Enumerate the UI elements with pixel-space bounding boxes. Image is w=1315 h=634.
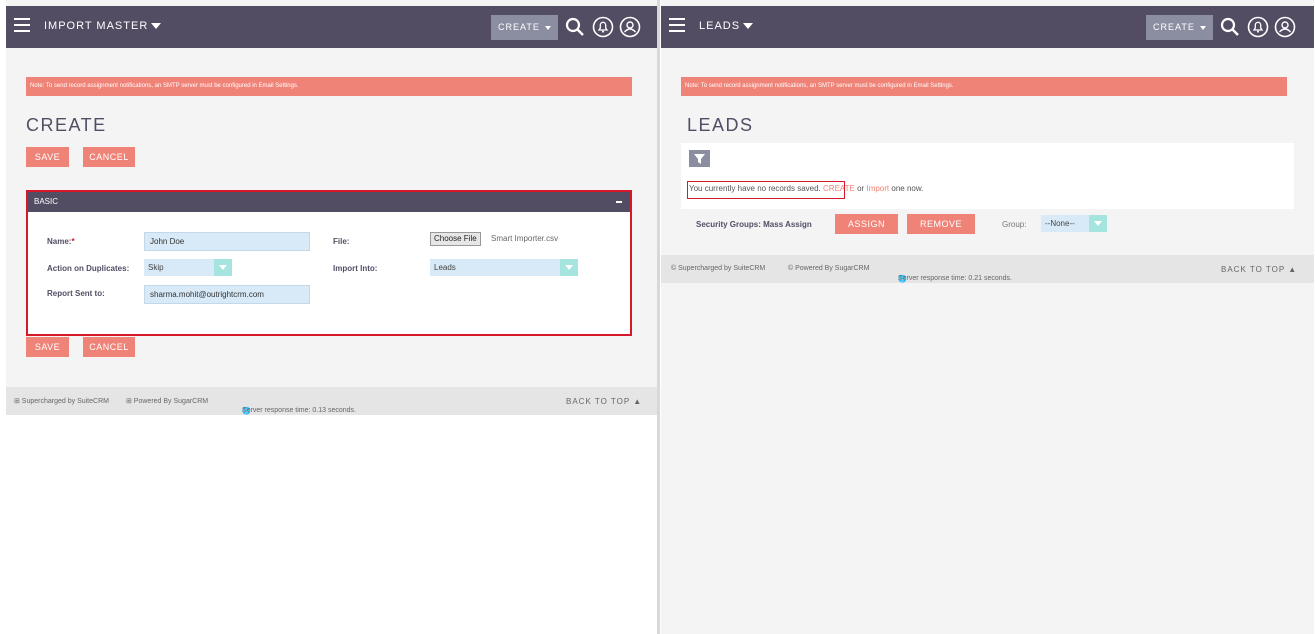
dropdown-arrow-icon <box>1199 25 1206 30</box>
supercharged-link[interactable]: © Supercharged by SuiteCRM <box>671 265 765 272</box>
group-value: --None-- <box>1045 219 1075 228</box>
powered-link[interactable]: ⊞ Powered By SugarCRM <box>126 397 208 405</box>
hamburger-menu-icon[interactable] <box>669 18 685 32</box>
select-arrow-icon[interactable] <box>1089 215 1107 232</box>
notification-bell-icon[interactable] <box>1247 16 1269 38</box>
save-button-bottom[interactable]: SAVE <box>26 337 69 357</box>
name-label: Name:* <box>47 237 75 246</box>
remove-button[interactable]: REMOVE <box>907 214 975 234</box>
group-select[interactable]: --None-- <box>1041 215 1107 232</box>
back-to-top-link[interactable]: BACK TO TOP ▲ <box>1221 265 1297 274</box>
caret-down-icon <box>743 23 754 30</box>
empty-area <box>6 415 659 634</box>
collapse-icon[interactable] <box>616 201 622 203</box>
powered-link[interactable]: © Powered By SugarCRM <box>788 265 869 272</box>
screen-divider <box>657 0 660 634</box>
import-into-select[interactable]: Leads <box>430 259 578 276</box>
list-view-area <box>681 143 1294 209</box>
create-label: CREATE <box>1153 22 1195 32</box>
page-title: LEADS <box>687 115 754 135</box>
filter-icon <box>694 154 705 164</box>
required-marker: * <box>71 237 75 246</box>
panel-header[interactable]: BASIC <box>28 192 630 212</box>
module-title: IMPORT MASTER <box>44 20 149 32</box>
cancel-button-bottom[interactable]: CANCEL <box>83 337 135 357</box>
duplicates-select[interactable]: Skip <box>144 259 232 276</box>
import-master-screen: IMPORT MASTER CREATE Note: To send recor… <box>6 0 659 634</box>
import-into-label: Import Into: <box>333 264 378 273</box>
server-response-text: Server response time: 0.21 seconds. <box>898 275 1013 282</box>
file-name: Smart Importer.csv <box>491 234 559 243</box>
choose-file-button[interactable]: Choose File <box>430 232 481 246</box>
module-menu[interactable]: LEADS <box>699 20 754 32</box>
report-sent-label: Report Sent to: <box>47 289 105 298</box>
search-icon[interactable] <box>564 16 586 38</box>
group-label: Group: <box>1002 220 1027 229</box>
page-title: CREATE <box>26 115 107 135</box>
hamburger-menu-icon[interactable] <box>14 18 30 32</box>
duplicates-label: Action on Duplicates: <box>47 264 130 273</box>
import-into-value: Leads <box>434 263 456 272</box>
server-response-text: Server response time: 0.13 seconds. <box>242 407 357 414</box>
save-button[interactable]: SAVE <box>26 147 69 167</box>
top-navbar: IMPORT MASTER CREATE <box>6 6 659 48</box>
footer: ⊞ Supercharged by SuiteCRM ⊞ Powered By … <box>6 387 659 415</box>
select-arrow-icon[interactable] <box>560 259 578 276</box>
search-icon[interactable] <box>1219 16 1241 38</box>
create-button[interactable]: CREATE <box>1146 15 1213 40</box>
leads-screen: LEADS CREATE Note: To send record assign… <box>661 0 1314 634</box>
name-label-text: Name: <box>47 237 72 246</box>
footer: © Supercharged by SuiteCRM © Powered By … <box>661 255 1314 283</box>
assign-button[interactable]: ASSIGN <box>835 214 898 234</box>
create-button[interactable]: CREATE <box>491 15 558 40</box>
user-profile-icon[interactable] <box>619 16 641 38</box>
dropdown-arrow-icon <box>544 25 551 30</box>
select-arrow-icon[interactable] <box>214 259 232 276</box>
user-profile-icon[interactable] <box>1274 16 1296 38</box>
security-groups-label: Security Groups: Mass Assign <box>696 220 812 229</box>
module-menu[interactable]: IMPORT MASTER <box>44 20 162 32</box>
report-sent-input[interactable]: sharma.mohit@outrightcrm.com <box>144 285 310 304</box>
file-label: File: <box>333 237 350 246</box>
one-now-text: one now. <box>891 184 924 193</box>
caret-down-icon <box>151 23 162 30</box>
back-to-top-link[interactable]: BACK TO TOP ▲ <box>566 397 642 406</box>
create-label: CREATE <box>498 22 540 32</box>
module-title: LEADS <box>699 20 741 32</box>
or-text: or <box>857 184 865 193</box>
smtp-notice: Note: To send record assignment notifica… <box>26 77 632 96</box>
panel-title: BASIC <box>34 197 59 206</box>
notification-bell-icon[interactable] <box>592 16 614 38</box>
duplicates-value: Skip <box>148 263 164 272</box>
name-input[interactable]: John Doe <box>144 232 310 251</box>
smtp-notice: Note: To send record assignment notifica… <box>681 77 1287 96</box>
supercharged-link[interactable]: ⊞ Supercharged by SuiteCRM <box>14 397 109 405</box>
import-link[interactable]: Import <box>866 184 889 193</box>
highlight-box <box>687 181 845 199</box>
filter-button[interactable] <box>689 150 710 167</box>
cancel-button[interactable]: CANCEL <box>83 147 135 167</box>
top-navbar: LEADS CREATE <box>661 6 1314 48</box>
basic-panel: BASIC Name:* John Doe File: Choose File … <box>26 190 632 336</box>
